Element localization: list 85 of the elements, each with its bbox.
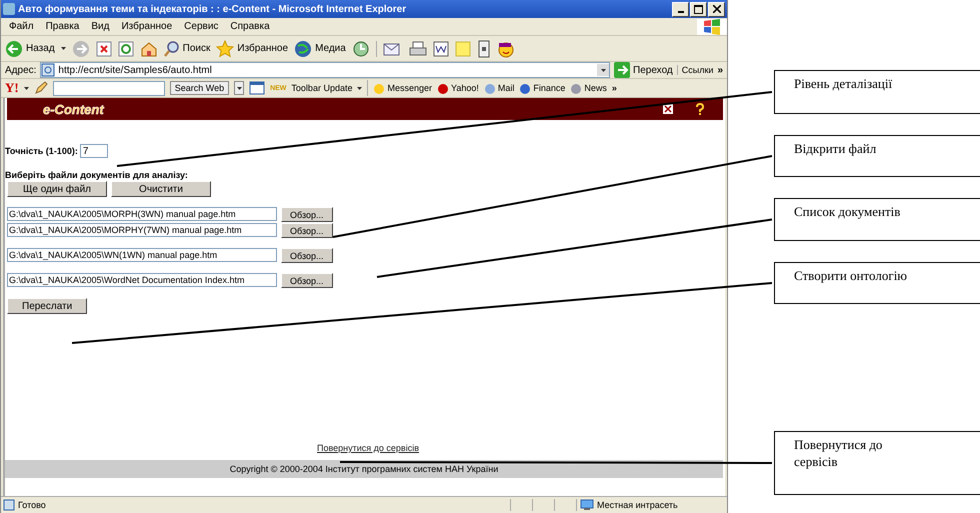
back-link[interactable]: Повернутися до сервісів <box>317 443 419 453</box>
browse-button[interactable]: Обзор... <box>281 248 332 263</box>
close-button[interactable] <box>708 2 725 16</box>
submit-button[interactable]: Переслати <box>7 298 88 314</box>
windows-logo-icon <box>697 18 727 34</box>
maximize-icon <box>694 4 703 14</box>
file-path-field[interactable]: G:\dva\1_NAUKA\2005\WordNet Documentation Index.htm <box>7 273 277 287</box>
toolbar-item[interactable]: Finance <box>519 82 566 94</box>
minimize-button[interactable] <box>672 2 689 16</box>
printer-icon[interactable] <box>408 40 427 56</box>
browse-button[interactable]: Обзор... <box>281 273 332 288</box>
toolbar-item-icon <box>484 82 496 94</box>
globe-icon <box>294 40 312 58</box>
favorites-button[interactable]: Избранное <box>216 40 288 58</box>
media-button[interactable]: Медиа <box>294 40 346 58</box>
menu-item[interactable]: Избранное <box>121 21 172 32</box>
address-label: Адрес: <box>5 64 36 76</box>
back-button[interactable]: Назад <box>5 40 55 58</box>
window-title: Авто формування теми та індекаторів : : e-Content - Microsoft Internet Explorer <box>18 4 408 14</box>
close-icon <box>712 5 720 13</box>
security-zone: Местная интрасеть <box>597 500 679 510</box>
menu-item[interactable]: Правка <box>46 21 80 32</box>
chevron-button[interactable]: » <box>612 83 617 93</box>
file-path-field[interactable]: G:\dva\1_NAUKA\2005\WN(1WN) manual page.htm <box>7 248 277 262</box>
toolbar-item-icon <box>437 82 449 94</box>
browse-button[interactable]: Обзор... <box>281 207 332 222</box>
precision-label: Точність (1-100): <box>5 146 78 156</box>
callout-box: Відкрити файл <box>774 135 980 177</box>
help-icon[interactable] <box>695 103 705 115</box>
menu-item[interactable]: Справка <box>230 21 270 32</box>
site-logo[interactable]: e-Content <box>43 102 104 116</box>
form-button[interactable]: Ще один файл <box>7 181 107 197</box>
caret-icon <box>600 68 606 72</box>
go-button[interactable]: Переход <box>614 62 673 78</box>
status-text: Готово <box>18 500 47 510</box>
caret-icon[interactable] <box>24 86 29 90</box>
callout-box: Створити онтологію <box>774 262 980 304</box>
caret-icon[interactable] <box>60 47 66 50</box>
dropdown-button[interactable] <box>597 64 610 76</box>
toolbar-update-button[interactable]: Toolbar Update <box>291 83 352 93</box>
toolbar-brand-mark[interactable]: Y! <box>5 80 19 96</box>
file-path-field[interactable]: G:\dva\1_NAUKA\2005\MORPHY(7WN) manual page.htm <box>7 223 277 237</box>
menu-item[interactable]: Файл <box>9 21 34 32</box>
links-button[interactable]: Ссылки <box>676 65 714 75</box>
menu-item[interactable]: Сервис <box>184 21 218 32</box>
home-icon[interactable] <box>140 40 158 56</box>
files-label: Виберіть файли документів для аналізу: <box>5 170 189 180</box>
caret-icon[interactable] <box>357 86 362 90</box>
arrow-icon <box>614 62 630 78</box>
form-button[interactable]: Очистити <box>111 181 211 197</box>
document-icon[interactable] <box>432 40 449 56</box>
browse-button[interactable]: Обзор... <box>281 223 332 238</box>
toolbar-item[interactable]: Mail <box>484 82 514 94</box>
toolbar-item[interactable]: Yahoo! <box>437 82 479 94</box>
search-field[interactable] <box>52 80 165 96</box>
callout-box: Рівень деталізації <box>774 70 980 114</box>
search-button[interactable]: Поиск <box>164 40 210 56</box>
search-icon <box>164 40 180 56</box>
file-path-field[interactable]: G:\dva\1_NAUKA\2005\MORPH(3WN) manual page.htm <box>7 207 277 221</box>
page-icon <box>41 63 56 77</box>
search-web-button[interactable]: Search Web <box>170 81 230 95</box>
history-icon[interactable] <box>352 40 370 58</box>
chevron-button[interactable]: » <box>717 64 723 76</box>
computer-icon <box>576 499 594 511</box>
menu-item[interactable]: Вид <box>91 21 110 32</box>
callout-box: Повернутися до сервісів <box>774 431 980 495</box>
toolbar-item[interactable]: News <box>570 82 607 94</box>
address-field[interactable]: http://ecnt/site/Samples6/auto.html <box>40 62 610 78</box>
precision-field[interactable]: 7 <box>80 144 108 158</box>
dropdown-button[interactable] <box>234 81 244 95</box>
toolbar-item-icon <box>570 82 582 94</box>
stop-icon[interactable] <box>96 40 112 56</box>
copyright-text: Copyright © 2000-2004 Інститут програмних систем НАН України <box>230 464 498 474</box>
window-icon[interactable] <box>249 81 266 95</box>
toolbar-item-icon <box>519 82 532 94</box>
page-icon <box>3 499 15 511</box>
phone-icon[interactable] <box>476 40 491 58</box>
callout-box: Список документів <box>774 198 980 241</box>
maximize-button[interactable] <box>690 2 707 16</box>
pencil-icon[interactable] <box>34 81 48 95</box>
refresh-icon[interactable] <box>118 40 134 56</box>
caret-icon <box>236 86 242 90</box>
toolbar-item[interactable]: Messenger <box>373 82 432 94</box>
star-icon <box>216 40 234 58</box>
toolbar-item-icon <box>373 82 386 94</box>
